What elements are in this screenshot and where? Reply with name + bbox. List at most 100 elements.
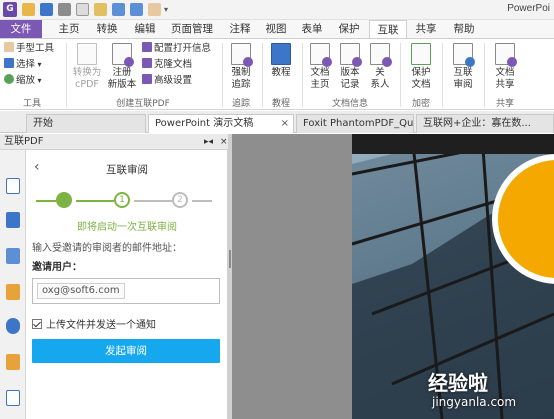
step-line	[192, 200, 212, 202]
track-icon	[231, 43, 253, 67]
splitter-grip[interactable]	[229, 250, 231, 268]
print-icon[interactable]	[58, 3, 71, 16]
contacts-button[interactable]: 关 系人	[366, 43, 394, 91]
save-icon[interactable]	[40, 3, 53, 16]
force-track-button[interactable]: 强制 追踪	[226, 43, 256, 91]
menu-tab-page-manage[interactable]: 页面管理	[164, 20, 220, 38]
tutorial-button[interactable]: 教程	[266, 43, 296, 79]
settings-icon	[142, 74, 152, 84]
menu-tab-view[interactable]: 视图	[258, 20, 294, 38]
group-label-tools: 工具	[22, 99, 41, 109]
step-line	[76, 200, 114, 202]
menu-tab-share[interactable]: 共享	[408, 20, 444, 38]
document-tab-strip: 开始 PowerPoint 演示文稿 × Foxit PhantomPDF_Qui…	[0, 111, 554, 133]
group-divider	[442, 43, 443, 107]
menu-bar: 文件 主页 转换 编辑 页面管理 注释 视图 表单 保护 互联 共享 帮助	[0, 20, 554, 38]
document-home-button[interactable]: 文档 主页	[306, 43, 334, 91]
select-tool-button[interactable]: 选择 ▾	[4, 58, 42, 72]
step-line	[134, 200, 172, 202]
step-caption: 即将启动一次互联审阅	[77, 222, 177, 233]
title-bar: G ▾ PowerPoi	[0, 0, 554, 20]
group-divider	[484, 43, 485, 107]
attachment-icon[interactable]	[6, 318, 20, 334]
notify-checkbox[interactable]	[32, 319, 42, 329]
tutorial-icon	[271, 43, 291, 65]
navigation-sidebar	[0, 150, 26, 419]
step-home	[56, 192, 72, 208]
comment-icon[interactable]	[6, 284, 20, 300]
group-divider	[400, 43, 401, 107]
document-share-button[interactable]: 文档 共享	[488, 43, 522, 91]
menu-tab-edit[interactable]: 编辑	[126, 20, 164, 38]
stack-icon[interactable]	[6, 248, 20, 264]
step-line	[36, 200, 56, 202]
doc-tab-foxit-guide[interactable]: Foxit PhantomPDF_Qui...	[296, 114, 414, 133]
menu-tab-home[interactable]: 主页	[50, 20, 88, 38]
new-icon[interactable]	[76, 3, 89, 16]
group-divider	[222, 43, 223, 107]
menu-tab-help[interactable]: 帮助	[446, 20, 482, 38]
layers-icon[interactable]	[6, 212, 20, 228]
email-chip[interactable]: oxg@soft6.com	[37, 283, 125, 299]
dropdown-icon[interactable]: ▾	[164, 3, 171, 16]
document-home-icon	[310, 43, 332, 67]
copy-icon[interactable]	[94, 3, 107, 16]
register-icon	[112, 43, 134, 67]
protect-document-button[interactable]: 保护 文档	[404, 43, 438, 91]
page-icon[interactable]	[6, 178, 20, 194]
invite-label: 邀请用户：	[32, 262, 82, 273]
doc-tab-internet-enterprise[interactable]: 互联网+企业：寡在数...	[416, 114, 554, 133]
collapse-icon[interactable]: ▸◂	[204, 134, 213, 150]
review-icon	[453, 43, 475, 67]
version-icon	[340, 43, 362, 67]
group-label-docinfo: 文档信息	[331, 99, 368, 109]
menu-tab-form[interactable]: 表单	[294, 20, 330, 38]
start-review-button[interactable]: 发起审阅	[32, 339, 220, 363]
hint-text: 输入受邀请的审阅者的邮件地址：	[32, 243, 182, 254]
menu-tab-comment[interactable]: 注释	[222, 20, 258, 38]
lock-icon[interactable]	[6, 354, 20, 370]
clone-document-button[interactable]: 克隆文档	[142, 58, 192, 72]
doc-tab-powerpoint[interactable]: PowerPoint 演示文稿 ×	[148, 114, 294, 133]
panel-header: 互联PDF ▸◂ ×	[0, 134, 228, 150]
redo-icon[interactable]	[130, 3, 143, 16]
menu-tab-file[interactable]: 文件	[0, 20, 42, 38]
undo-icon[interactable]	[112, 3, 125, 16]
cursor-icon	[4, 58, 14, 68]
email-input[interactable]: oxg@soft6.com	[32, 278, 220, 304]
connected-review-button[interactable]: 互联 审阅	[446, 43, 480, 91]
close-icon[interactable]: ×	[220, 134, 228, 150]
version-history-button[interactable]: 版本 记录	[336, 43, 364, 91]
watermark-title: 经验啦	[428, 371, 488, 395]
doc-tab-start[interactable]: 开始	[26, 114, 146, 133]
advanced-settings-button[interactable]: 高级设置	[142, 74, 192, 88]
contacts-icon	[370, 43, 392, 67]
convert-to-cpdf-button[interactable]: 转换为 cPDF	[70, 43, 104, 91]
hand-tool-button[interactable]: 手型工具	[4, 42, 54, 56]
menu-tab-protect[interactable]: 保护	[330, 20, 368, 38]
menu-tab-convert[interactable]: 转换	[88, 20, 126, 38]
group-label-create: 创建互联PDF	[116, 99, 170, 109]
group-divider	[66, 43, 67, 107]
zoom-tool-button[interactable]: 缩放 ▾	[4, 74, 42, 88]
config-open-info-button[interactable]: 配置打开信息	[142, 42, 211, 56]
document-icon[interactable]	[6, 390, 20, 406]
connected-review-panel: ‹ 互联审阅 1 2 即将启动一次互联审阅 输入受邀请的审阅者的邮件地址： 邀请…	[26, 150, 228, 419]
app-logo-icon: G	[3, 2, 17, 17]
open-icon[interactable]	[22, 3, 35, 16]
group-divider	[262, 43, 263, 107]
app-title: PowerPoi	[507, 3, 550, 14]
register-version-button[interactable]: 注册 新版本	[104, 43, 140, 91]
watermark-url: jingyanla.com	[432, 395, 517, 409]
shield-icon	[411, 43, 431, 65]
convert-icon	[77, 43, 97, 65]
close-icon[interactable]: ×	[281, 115, 289, 133]
group-divider	[302, 43, 303, 107]
menu-tab-connect[interactable]: 互联	[369, 20, 407, 38]
panel-splitter[interactable]	[228, 134, 232, 419]
hand-icon[interactable]	[148, 3, 161, 16]
ribbon: 手型工具 选择 ▾ 缩放 ▾ 工具 转换为 cPDF 注册 新版本 配置打开信息…	[0, 38, 554, 110]
panel-title: 互联审阅	[106, 164, 148, 176]
slide-top-band	[352, 134, 554, 154]
group-label-share: 共享	[495, 99, 514, 109]
